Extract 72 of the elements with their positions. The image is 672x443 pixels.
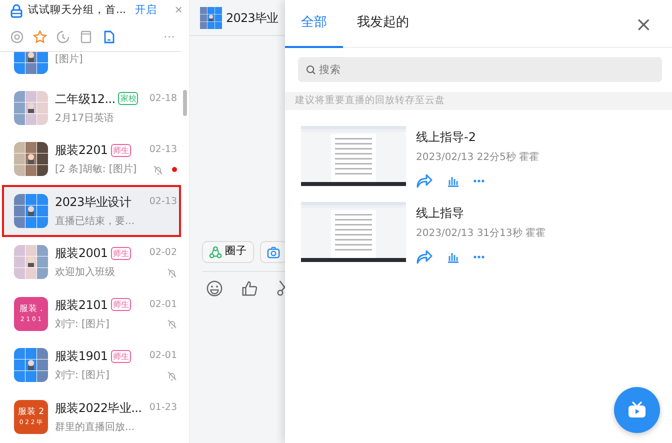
conversation-item[interactable]: 服装2201 师生 02-13 [2 条]胡敏: [图片] bbox=[0, 134, 181, 185]
recycle-icon bbox=[209, 246, 222, 258]
conversation-name: 服装2022毕业... bbox=[55, 400, 142, 417]
file-icon[interactable] bbox=[102, 30, 116, 44]
statistics-button[interactable] bbox=[447, 174, 459, 186]
tab[interactable]: 我发起的 bbox=[343, 0, 423, 48]
message-preview: [2 条]胡敏: [图片] bbox=[55, 162, 137, 178]
time-label: 01-23 bbox=[149, 400, 177, 415]
conversation-name: 2023毕业设计 bbox=[55, 194, 132, 211]
time-label: 02-01 bbox=[149, 349, 177, 364]
lock-icon bbox=[10, 4, 23, 18]
more-icon bbox=[473, 254, 485, 258]
conversation-item[interactable]: 二年级12... 家校 02-18 2月17日英语 bbox=[0, 82, 181, 134]
scrollbar-thumb[interactable] bbox=[183, 90, 187, 116]
close-button[interactable]: × bbox=[629, 12, 658, 34]
live-button[interactable] bbox=[614, 387, 660, 433]
camera-icon bbox=[267, 246, 280, 258]
recording-meta: 2023/02/13 31分13秒 霍霍 bbox=[416, 226, 546, 241]
group-tag: 师生 bbox=[110, 144, 131, 157]
camera-button[interactable] bbox=[260, 241, 285, 263]
emoji-icon[interactable] bbox=[206, 280, 223, 297]
enable-link[interactable]: 开启 bbox=[135, 3, 158, 19]
more-button[interactable] bbox=[473, 254, 485, 258]
time-label: 02-13 bbox=[149, 143, 177, 158]
conversation-name: 服装2201 bbox=[55, 142, 108, 160]
statistics-button[interactable] bbox=[447, 250, 459, 262]
time-label: 02-01 bbox=[149, 298, 177, 312]
tab[interactable]: 全部 bbox=[285, 0, 343, 48]
conversation-name: 服装2101 bbox=[55, 296, 108, 314]
circle-button[interactable]: 圈子 bbox=[202, 241, 254, 263]
message-preview: 刘宁: [图片] bbox=[55, 368, 110, 384]
share-button[interactable] bbox=[416, 249, 433, 264]
message-preview: 直播已结束，要... bbox=[55, 214, 135, 229]
group-tag: 师生 bbox=[110, 298, 131, 312]
message-preview: 群里的直播回放... bbox=[55, 420, 135, 435]
more-button[interactable] bbox=[473, 178, 485, 182]
recording-meta: 2023/02/13 22分5秒 霍霍 bbox=[416, 150, 540, 165]
search-field[interactable]: 搜索 bbox=[298, 57, 662, 82]
thumbs-up-icon[interactable] bbox=[241, 280, 258, 297]
mention-icon[interactable] bbox=[10, 30, 24, 44]
message-preview: 刘宁: [图片] bbox=[55, 318, 110, 332]
notice-text: 建议将重要直播的回放转存至云盘 bbox=[285, 92, 672, 110]
group-tag: 师生 bbox=[110, 350, 131, 363]
tv-icon bbox=[627, 401, 647, 419]
conversation-item[interactable]: 服装1901 师生 02-01 刘宁: [图片] bbox=[0, 340, 181, 391]
conversation-name: 服装1901 bbox=[55, 348, 108, 366]
share-icon bbox=[416, 249, 433, 264]
banner-text: 试试聊天分组，首... bbox=[28, 3, 128, 18]
conversation-item[interactable]: 2023毕业设计 02-13 直播已结束，要... bbox=[2, 185, 181, 236]
message-preview: 欢迎加入班级 bbox=[55, 266, 115, 280]
group-tag: 家校 bbox=[118, 92, 138, 106]
conversation-name: 二年级12... bbox=[55, 90, 116, 108]
message-preview: [图片] bbox=[55, 52, 83, 67]
conversation-name: 服装2001 bbox=[55, 245, 108, 262]
conversation-item[interactable]: 服装2001 师生 02-02 欢迎加入班级 bbox=[0, 236, 181, 288]
time-label: 02-02 bbox=[149, 246, 177, 260]
group-tag: 师生 bbox=[110, 246, 131, 260]
document-icon[interactable] bbox=[79, 30, 93, 44]
time-label: 02-13 bbox=[149, 194, 177, 209]
chat-title: 2023毕业 bbox=[226, 10, 278, 26]
message-preview: 2月17日英语 bbox=[55, 112, 114, 126]
share-icon bbox=[416, 173, 433, 188]
time-label: 02-18 bbox=[149, 92, 177, 106]
clock-icon[interactable] bbox=[56, 30, 70, 44]
conversation-item[interactable]: [图片] bbox=[0, 52, 181, 82]
share-button[interactable] bbox=[416, 173, 433, 188]
recording-title: 线上指导-2 bbox=[416, 129, 477, 146]
more-icon bbox=[473, 178, 485, 182]
bar-chart-icon bbox=[447, 174, 459, 186]
bar-chart-icon bbox=[447, 250, 459, 262]
recording-title: 线上指导 bbox=[416, 205, 465, 222]
star-icon[interactable] bbox=[33, 30, 47, 44]
